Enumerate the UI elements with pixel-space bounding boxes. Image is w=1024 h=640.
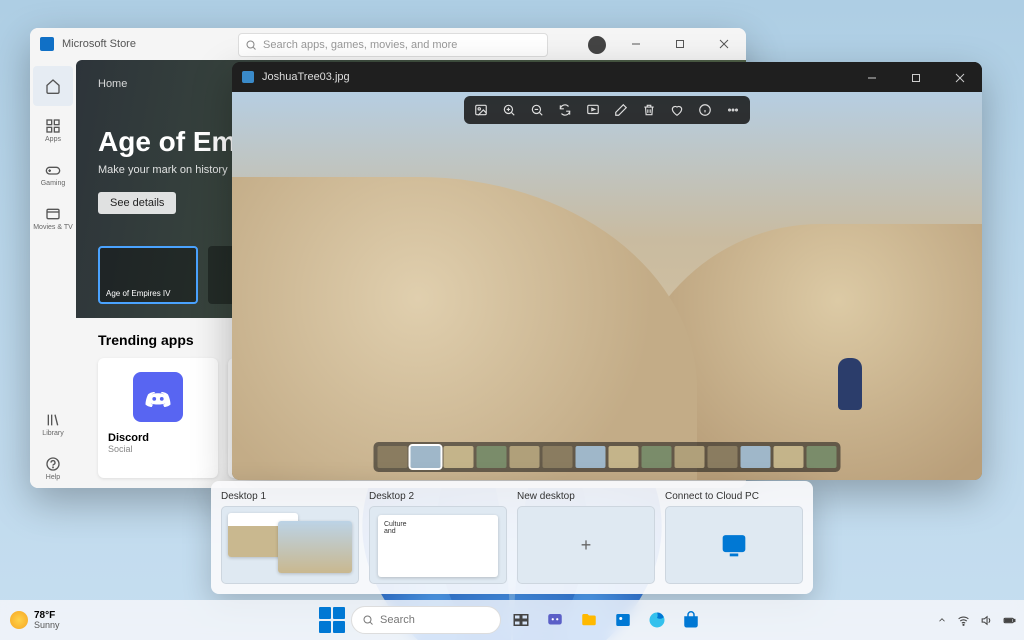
nav-gaming[interactable]: Gaming bbox=[33, 154, 73, 194]
store-maximize-button[interactable] bbox=[658, 28, 702, 60]
new-desktop[interactable]: New desktop + bbox=[517, 491, 655, 584]
help-icon bbox=[45, 456, 61, 472]
weather-sun-icon bbox=[10, 611, 28, 629]
cloud-pc-icon bbox=[717, 528, 751, 562]
movies-icon bbox=[45, 206, 61, 222]
trending-card-discord[interactable]: Discord Social bbox=[98, 358, 218, 478]
photos-close-button[interactable] bbox=[938, 62, 982, 94]
photo-viewport[interactable] bbox=[232, 92, 982, 480]
store-title: Microsoft Store bbox=[62, 38, 136, 50]
user-avatar[interactable] bbox=[588, 36, 606, 54]
wifi-icon[interactable] bbox=[957, 614, 970, 627]
photo-subject bbox=[838, 358, 862, 410]
slideshow-icon[interactable] bbox=[584, 101, 602, 119]
taskbar-search-input[interactable]: Search bbox=[351, 606, 501, 634]
thumbnail[interactable] bbox=[378, 446, 408, 468]
store-titlebar[interactable]: Microsoft Store Search apps, games, movi… bbox=[30, 28, 746, 60]
photos-titlebar[interactable]: JoshuaTree03.jpg bbox=[232, 62, 982, 92]
search-icon bbox=[362, 614, 374, 626]
file-explorer-icon bbox=[580, 611, 598, 629]
taskbar: 78°F Sunny Search bbox=[0, 600, 1024, 640]
thumbnail[interactable] bbox=[642, 446, 672, 468]
task-view-icon bbox=[512, 611, 530, 629]
thumbnail[interactable] bbox=[477, 446, 507, 468]
delete-icon[interactable] bbox=[640, 101, 658, 119]
filmstrip bbox=[374, 442, 841, 472]
weather-cond: Sunny bbox=[34, 621, 60, 630]
desktop-1[interactable]: Desktop 1 bbox=[221, 491, 359, 584]
desktop-2[interactable]: Desktop 2 Cultureand bbox=[369, 491, 507, 584]
see-details-button[interactable]: See details bbox=[98, 192, 176, 214]
photos-window: JoshuaTree03.jpg bbox=[232, 62, 982, 480]
discord-icon bbox=[133, 372, 183, 422]
task-view-button[interactable] bbox=[507, 606, 535, 634]
thumbnail[interactable] bbox=[675, 446, 705, 468]
volume-icon[interactable] bbox=[980, 614, 993, 627]
rotate-icon[interactable] bbox=[556, 101, 574, 119]
store-taskbar-button[interactable] bbox=[677, 606, 705, 634]
photos-taskbar-button[interactable] bbox=[609, 606, 637, 634]
apps-icon bbox=[45, 118, 61, 134]
edge-icon bbox=[648, 611, 666, 629]
cloud-pc-button[interactable] bbox=[665, 506, 803, 584]
chat-button[interactable] bbox=[541, 606, 569, 634]
photos-minimize-button[interactable] bbox=[850, 62, 894, 94]
home-icon bbox=[45, 78, 61, 94]
photo-toolbar bbox=[464, 96, 750, 124]
desktop-1-preview[interactable] bbox=[221, 506, 359, 584]
photos-filename: JoshuaTree03.jpg bbox=[262, 71, 350, 83]
image-icon[interactable] bbox=[472, 101, 490, 119]
thumbnail[interactable] bbox=[510, 446, 540, 468]
hero-tile-1[interactable]: Age of Empires IV bbox=[98, 246, 198, 304]
search-icon bbox=[245, 39, 257, 51]
favorite-icon[interactable] bbox=[668, 101, 686, 119]
tray-overflow-icon[interactable] bbox=[937, 615, 947, 625]
task-view-panel: Desktop 1 Desktop 2 Cultureand New deskt… bbox=[211, 481, 813, 594]
store-minimize-button[interactable] bbox=[614, 28, 658, 60]
system-tray bbox=[937, 614, 1016, 627]
zoom-in-icon[interactable] bbox=[500, 101, 518, 119]
store-search-placeholder: Search apps, games, movies, and more bbox=[263, 39, 457, 51]
nav-help[interactable]: Help bbox=[33, 448, 73, 488]
photos-maximize-button[interactable] bbox=[894, 62, 938, 94]
thumbnail[interactable] bbox=[444, 446, 474, 468]
nav-movies[interactable]: Movies & TV bbox=[33, 198, 73, 238]
cloud-pc[interactable]: Connect to Cloud PC bbox=[665, 491, 803, 584]
store-search-input[interactable]: Search apps, games, movies, and more bbox=[238, 33, 548, 57]
new-desktop-button[interactable]: + bbox=[517, 506, 655, 584]
desktop-2-preview[interactable]: Cultureand bbox=[369, 506, 507, 584]
thumbnail[interactable] bbox=[543, 446, 573, 468]
zoom-out-icon[interactable] bbox=[528, 101, 546, 119]
chat-icon bbox=[546, 611, 564, 629]
weather-widget[interactable]: 78°F Sunny bbox=[10, 611, 60, 630]
store-icon bbox=[682, 611, 700, 629]
thumbnail[interactable] bbox=[807, 446, 837, 468]
store-close-button[interactable] bbox=[702, 28, 746, 60]
thumbnail[interactable] bbox=[411, 446, 441, 468]
battery-icon[interactable] bbox=[1003, 614, 1016, 627]
nav-apps[interactable]: Apps bbox=[33, 110, 73, 150]
weather-temp: 78°F bbox=[34, 611, 60, 621]
start-button[interactable] bbox=[319, 607, 345, 633]
thumbnail[interactable] bbox=[576, 446, 606, 468]
photos-app-icon bbox=[242, 71, 254, 83]
info-icon[interactable] bbox=[696, 101, 714, 119]
thumbnail[interactable] bbox=[708, 446, 738, 468]
store-nav-rail: Apps Gaming Movies & TV Library Help bbox=[30, 60, 76, 488]
nav-library[interactable]: Library bbox=[33, 404, 73, 444]
library-icon bbox=[45, 412, 61, 428]
thumbnail[interactable] bbox=[741, 446, 771, 468]
photos-app-icon bbox=[614, 611, 632, 629]
thumbnail[interactable] bbox=[609, 446, 639, 468]
store-logo-icon bbox=[40, 37, 54, 51]
gaming-icon bbox=[45, 162, 61, 178]
nav-home[interactable] bbox=[33, 66, 73, 106]
more-icon[interactable] bbox=[724, 101, 742, 119]
thumbnail[interactable] bbox=[774, 446, 804, 468]
file-explorer-button[interactable] bbox=[575, 606, 603, 634]
edit-icon[interactable] bbox=[612, 101, 630, 119]
edge-button[interactable] bbox=[643, 606, 671, 634]
